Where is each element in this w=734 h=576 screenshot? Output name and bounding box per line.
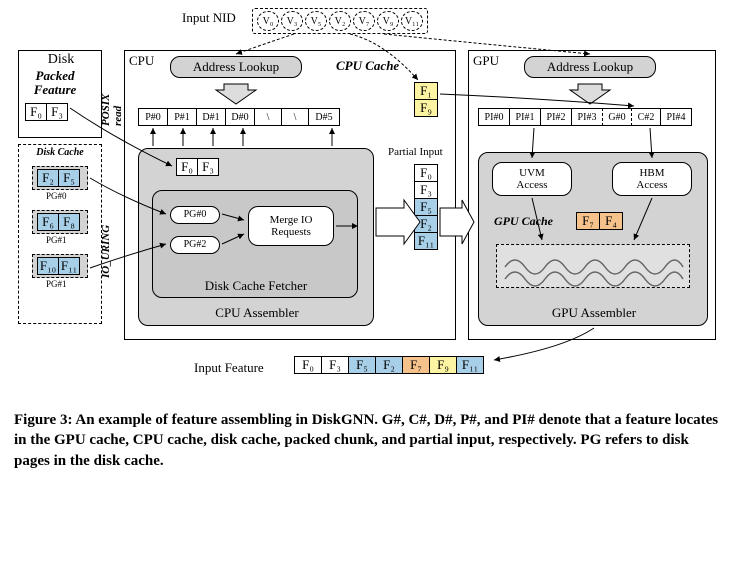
nid-pill: V₇ [353,11,375,31]
feature-cell: F₂ [37,169,59,187]
gpu-address-lookup: Address Lookup [524,56,656,78]
cpu-assembler-label: CPU Assembler [139,305,375,321]
partial-input-label: Partial Input [388,146,443,158]
diagram-root: Input NID V₀ V₃ V₅ V₂ V₇ V₉ V₁₁ Disk Pac… [14,8,720,398]
cpu-cache-label: CPU Cache [336,58,399,74]
feature-cell: F₁₀ [37,257,59,275]
pg-input-0: PG#0 [170,206,220,224]
input-feature-cells: F₀ F₃ F₅ F₂ F₇ F₉ F₁₁ [294,356,484,374]
disk-title: Disk [21,52,101,68]
disk-page-2: F₁₀ F₁₁ PG#1 [32,254,88,278]
gpu-cache-label: GPU Cache [494,214,553,229]
gpu-address-slots: PI#0 PI#1 PI#2 PI#3 G#0 C#2 PI#4 [478,108,692,126]
feature-cell: F₁₁ [58,257,80,275]
figure-caption: Figure 3: An example of feature assembli… [14,410,720,471]
nid-pill: V₉ [377,11,399,31]
uvm-access: UVMAccess [492,162,572,196]
gpu-title: GPU [473,53,499,69]
cpu-address-lookup: Address Lookup [170,56,302,78]
packed-feature-cells: F₀ F₃ [25,103,68,121]
nid-pill: V₁₁ [401,11,423,31]
nid-pill: V₅ [305,11,327,31]
disk-cache-label: Disk Cache [21,147,99,158]
feature-cell: F₈ [58,213,80,231]
nid-pill: V₂ [329,11,351,31]
posix-read-label: POSIXread [100,66,124,126]
input-nid-pills: V₀ V₃ V₅ V₂ V₇ V₉ V₁₁ [252,8,428,34]
input-nid-label: Input NID [182,10,236,26]
cpu-packed-features: F₀ F₃ [176,158,219,176]
page-label: PG#1 [46,279,67,289]
feature-cell: F₀ [25,103,47,121]
cpu-address-slots: P#0 P#1 D#1 D#0 \ \ D#5 [138,108,340,126]
page-label: PG#0 [46,191,67,201]
io-uring-label: IO_URING [100,188,112,278]
disk-page-1: F₆ F₈ PG#1 [32,210,88,234]
gpu-cache-cells: F₇ F₄ [576,212,623,230]
buffer-wave-icon [497,245,691,289]
feature-cell: F₁ [414,82,438,100]
nid-pill: V₀ [257,11,279,31]
input-feature-label: Input Feature [194,360,264,376]
partial-input-cells: F₀ F₃ F₅ F₂ F₁₁ [414,164,438,249]
feature-cell: F₆ [37,213,59,231]
page-label: PG#1 [46,235,67,245]
feature-cell: F₅ [58,169,80,187]
gpu-buffer [496,244,690,288]
cpu-cache-cells: F₁ F₉ [414,82,438,116]
merge-io: Merge IORequests [248,206,334,246]
feature-cell: F₉ [414,99,438,117]
gpu-assembler-label: GPU Assembler [479,305,709,321]
disk-panel: Disk PackedFeature F₀ F₃ [18,50,102,138]
feature-cell: F₃ [46,103,68,121]
disk-page-0: F₂ F₅ PG#0 [32,166,88,190]
cpu-title: CPU [129,53,154,69]
packed-feature-label: PackedFeature [21,69,89,98]
fetcher-label: Disk Cache Fetcher [153,278,359,294]
pg-input-1: PG#2 [170,236,220,254]
nid-pill: V₃ [281,11,303,31]
hbm-access: HBMAccess [612,162,692,196]
